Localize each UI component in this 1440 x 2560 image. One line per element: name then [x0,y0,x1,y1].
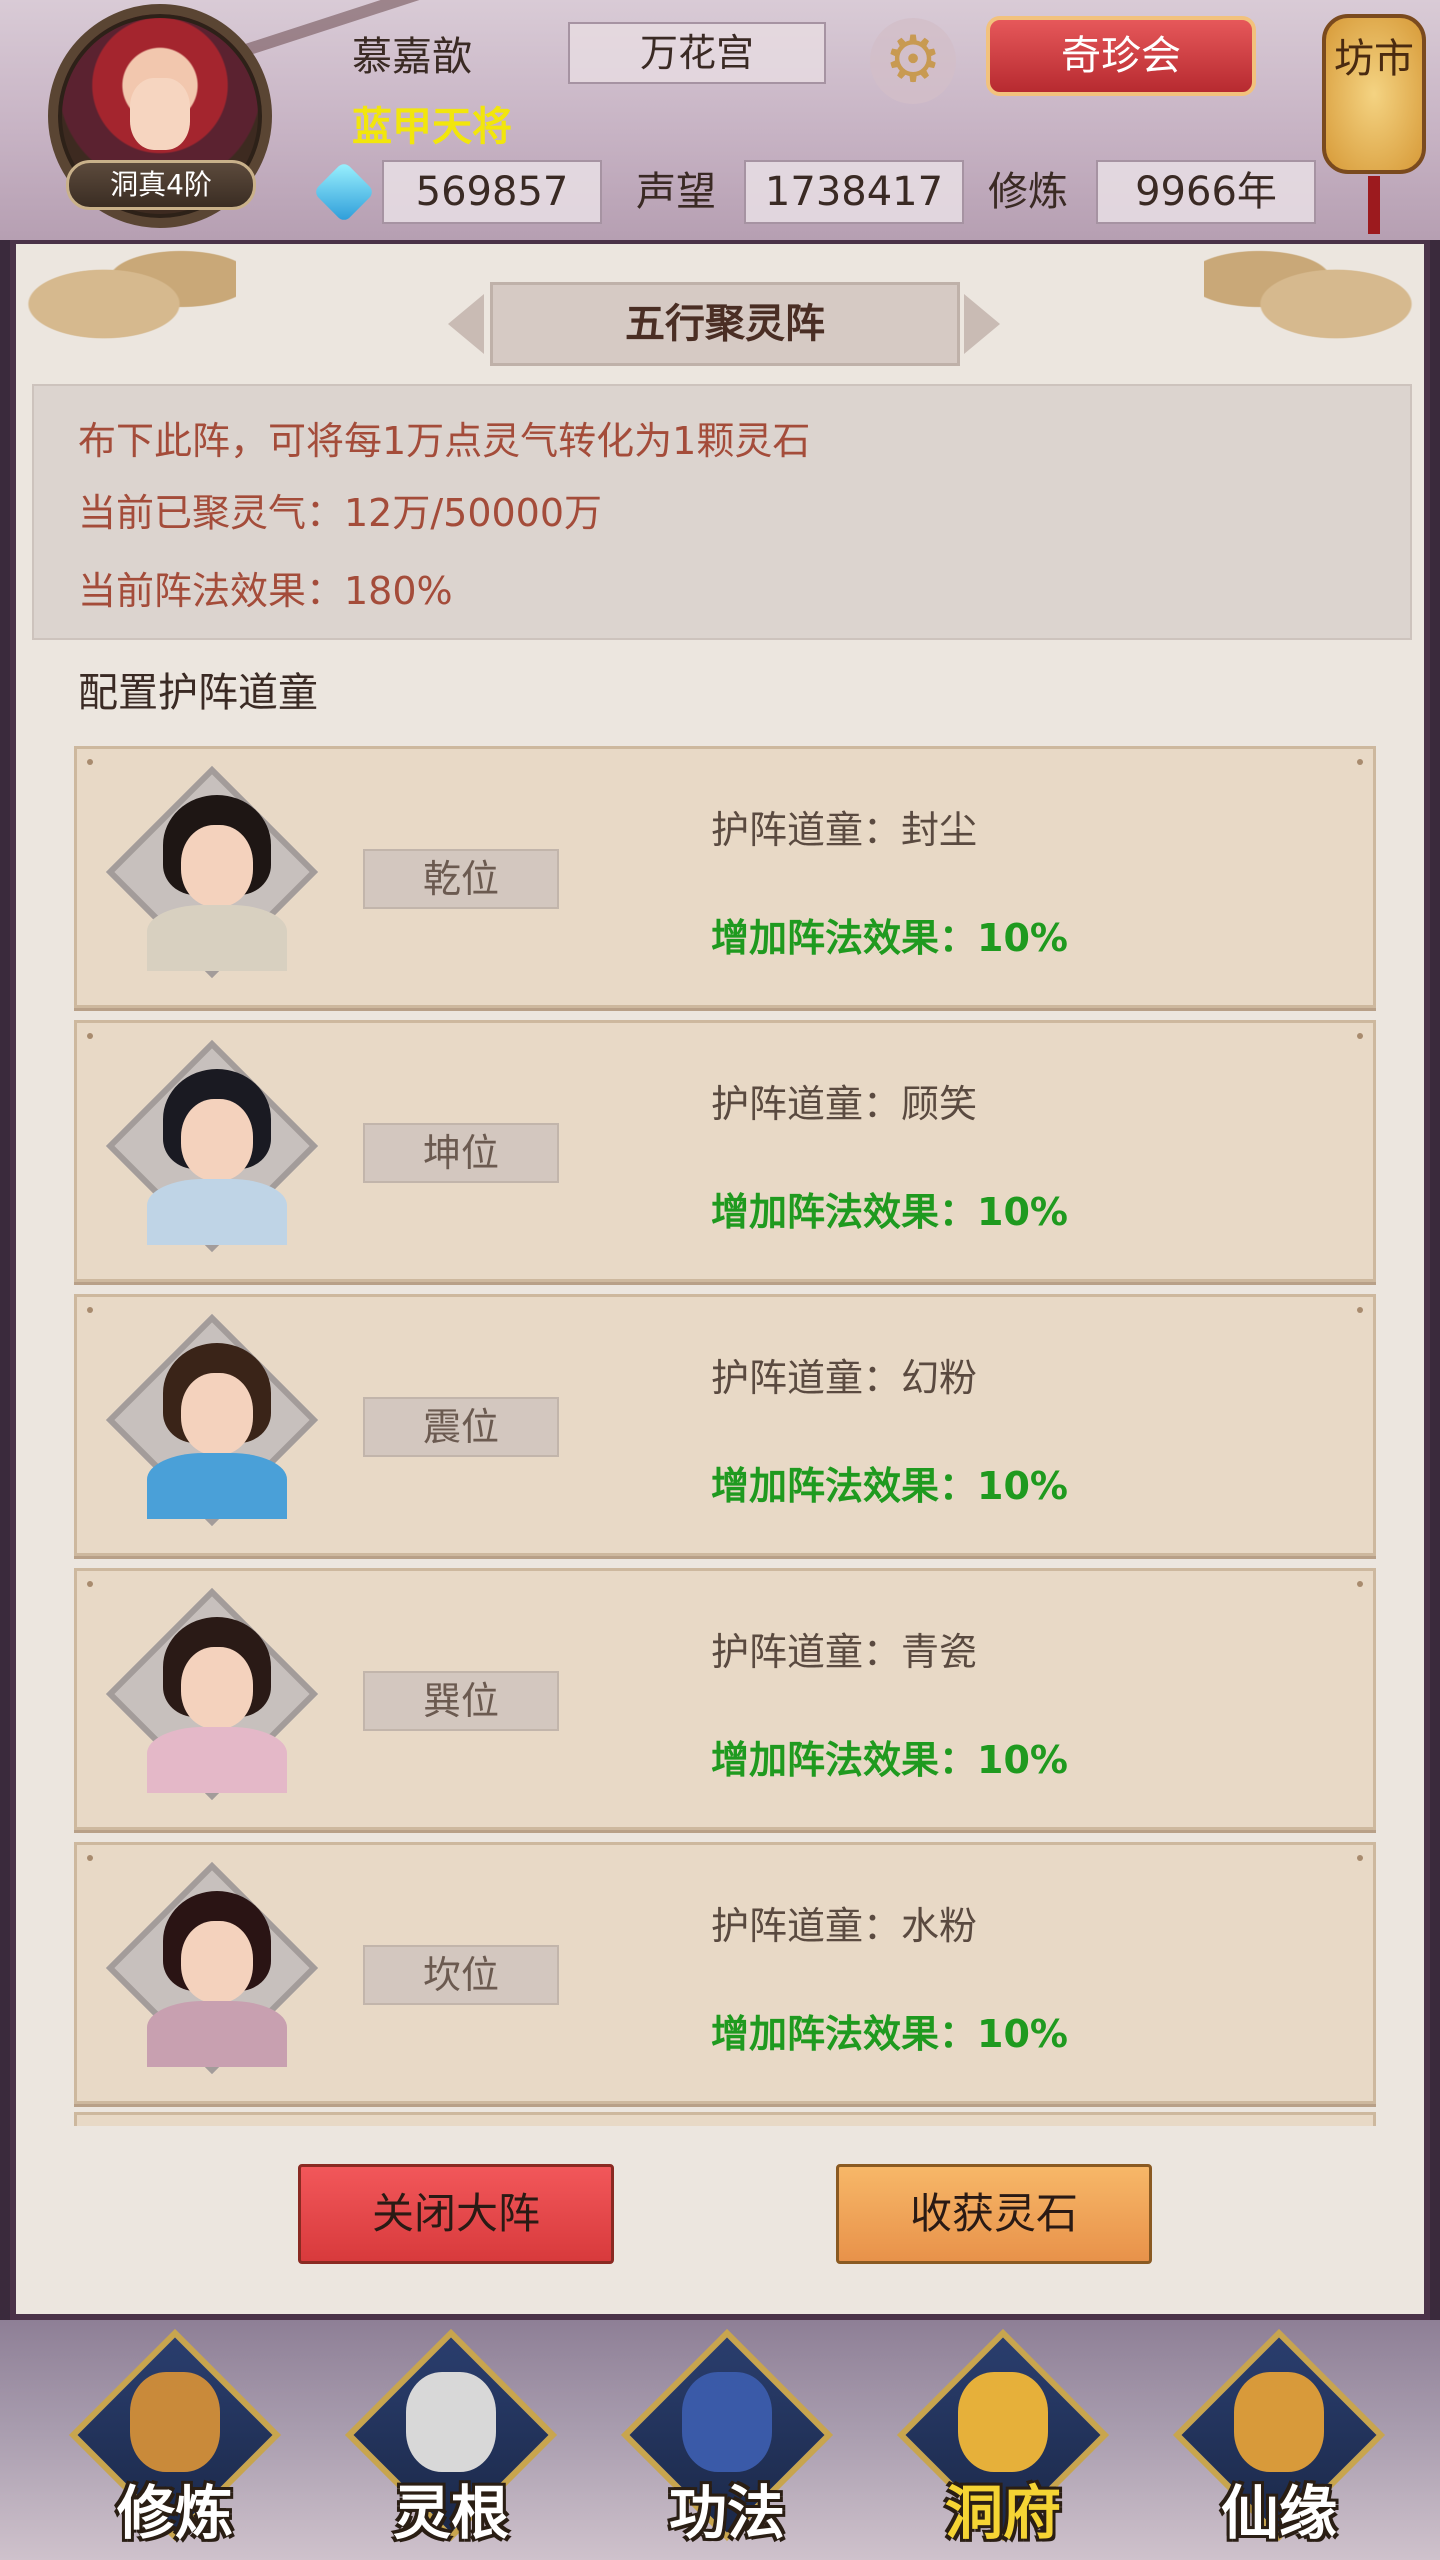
cultivation-label: 修炼 [988,169,1068,215]
formation-panel: 五行聚灵阵 布下此阵，可将每1万点灵气转化为1颗灵石 当前已聚灵气：12万/50… [10,240,1430,2320]
yin-yang-sword-icon [406,2372,496,2472]
guardian-face [181,825,253,907]
guardian-robe [147,1727,287,1793]
close-formation-button[interactable]: 关闭大阵 [298,2164,614,2264]
slot-position-tag: 巽位 [363,1671,559,1731]
info-gathered-qi: 当前已聚灵气：12万/50000万 [78,491,603,535]
info-description: 布下此阵，可将每1万点灵气转化为1颗灵石 [78,419,811,463]
avatar-face [130,78,190,150]
guardian-avatar [147,1881,287,2067]
formation-info: 布下此阵，可将每1万点灵气转化为1颗灵石 当前已聚灵气：12万/50000万 当… [32,384,1412,640]
guardian-avatar [147,1607,287,1793]
player-name: 慕嘉歆 [352,34,472,80]
sect-name: 万花宫 [568,22,826,84]
guardian-face [181,1921,253,2003]
guardian-portrait[interactable] [105,765,319,983]
scripture-book-icon [682,2372,772,2472]
guardian-portrait[interactable] [105,1587,319,1805]
top-bar: 洞真4阶 慕嘉歆 蓝甲天将 万花宫 ⚙ 奇珍会 坊市 569857 声望 173… [0,0,1440,240]
guardian-avatar [147,785,287,971]
slot-effect: 增加阵法效果：10% [711,1464,1068,1508]
spirit-gem-icon [312,160,376,224]
guardian-portrait[interactable] [105,1313,319,1531]
guardian-slot[interactable]: 坎位 护阵道童：水粉增加阵法效果：10% [74,1842,1376,2104]
guardian-avatar [147,1059,287,1245]
nav-label: 灵根 [392,2479,509,2547]
nav-label: 仙缘 [1220,2479,1337,2547]
cloud-ornament-right [1204,244,1424,344]
reputation-label: 声望 [636,169,716,215]
nav-item-0[interactable]: 修炼 [68,2328,282,2552]
guardian-robe [147,905,287,971]
slot-effect: 增加阵法效果：10% [711,1738,1068,1782]
player-title: 蓝甲天将 [352,104,512,150]
slot-guardian-name: 护阵道童：青瓷 [711,1630,978,1674]
rank-badge: 洞真4阶 [66,160,256,210]
hooded-monk-icon [130,2372,220,2472]
nav-item-2[interactable]: 功法 [620,2328,834,2552]
nav-label: 修炼 [116,2479,233,2547]
guardian-portrait[interactable] [105,1861,319,2079]
guardian-robe [147,1179,287,1245]
gourd-icon [1234,2372,1324,2472]
cultivation-value: 9966年 [1096,160,1316,224]
lantern-tassel [1368,176,1380,234]
lantern-icon: 坊市 [1322,14,1426,174]
slot-guardian-name: 护阵道童：封尘 [711,808,978,852]
pagoda-icon [958,2372,1048,2472]
slot-effect: 增加阵法效果：10% [711,916,1068,960]
cloud-ornament-left [16,244,236,344]
slot-position-tag: 坤位 [363,1123,559,1183]
nav-item-4[interactable]: 仙缘 [1172,2328,1386,2552]
slot-position-tag: 乾位 [363,849,559,909]
panel-title: 五行聚灵阵 [490,282,960,366]
guardian-avatar [147,1333,287,1519]
bottom-nav: 修炼 灵根 功法 洞府 仙缘 [0,2320,1440,2560]
player-avatar[interactable]: 洞真4阶 [48,4,272,228]
guardian-face [181,1647,253,1729]
nav-item-3[interactable]: 洞府 [896,2328,1110,2552]
slot-position-tag: 坎位 [363,1945,559,2005]
nav-label: 洞府 [944,2479,1061,2547]
title-arrow-right-icon [964,294,1000,354]
slot-position-tag: 震位 [363,1397,559,1457]
guardian-robe [147,2001,287,2067]
nav-item-1[interactable]: 灵根 [344,2328,558,2552]
slot-guardian-name: 护阵道童：顾笑 [711,1082,978,1126]
guardian-portrait[interactable] [105,1039,319,1257]
nav-label: 功法 [668,2479,785,2547]
info-effect: 当前阵法效果：180% [78,569,453,613]
gear-icon[interactable]: ⚙ [870,18,956,104]
guardian-slot[interactable]: 巽位 护阵道童：青瓷增加阵法效果：10% [74,1568,1376,1830]
guardian-slot[interactable]: 坤位 护阵道童：顾笑增加阵法效果：10% [74,1020,1376,1282]
guardian-slot[interactable]: 乾位 护阵道童：封尘增加阵法效果：10% [74,746,1376,1008]
market-lantern-button[interactable]: 坊市 [1322,0,1426,236]
section-label: 配置护阵道童 [78,670,318,716]
guardian-face [181,1373,253,1455]
reputation-value: 1738417 [744,160,964,224]
slot-effect: 增加阵法效果：10% [711,2012,1068,2056]
slot-effect: 增加阵法效果：10% [711,1190,1068,1234]
guardian-slot[interactable]: 震位 护阵道童：幻粉增加阵法效果：10% [74,1294,1376,1556]
slot-guardian-name: 护阵道童：水粉 [711,1904,978,1948]
guardian-robe [147,1453,287,1519]
gems-value: 569857 [382,160,602,224]
title-arrow-left-icon [448,294,484,354]
harvest-spirit-stone-button[interactable]: 收获灵石 [836,2164,1152,2264]
qizhen-hui-button[interactable]: 奇珍会 [986,16,1256,96]
guardian-face [181,1099,253,1181]
slot-partial-next [74,2112,1376,2126]
slot-guardian-name: 护阵道童：幻粉 [711,1356,978,1400]
